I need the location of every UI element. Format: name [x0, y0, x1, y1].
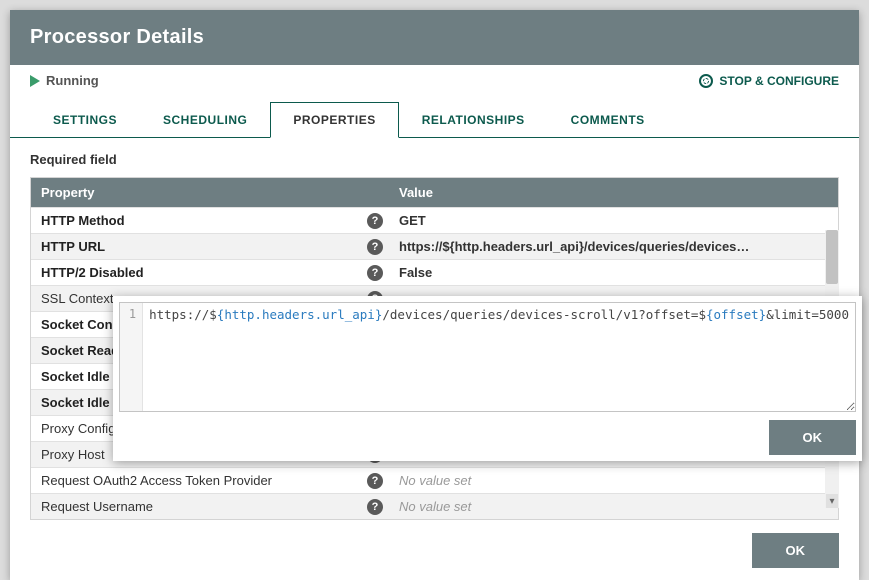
gear-icon: [699, 74, 713, 88]
status-left: Running: [30, 73, 99, 88]
col-property: Property: [31, 178, 361, 207]
running-icon: [30, 75, 40, 87]
scrollbar-down-icon[interactable]: ▾: [826, 494, 838, 508]
table-row[interactable]: Request Username?No value set: [31, 493, 838, 519]
col-info: [361, 178, 389, 207]
tab-settings[interactable]: SETTINGS: [30, 102, 140, 137]
property-name: HTTP URL: [31, 235, 361, 258]
tab-comments[interactable]: COMMENTS: [548, 102, 668, 137]
dialog-ok-button[interactable]: OK: [752, 533, 840, 568]
dialog-footer: OK: [752, 533, 840, 568]
tab-scheduling[interactable]: SCHEDULING: [140, 102, 270, 137]
editor-code[interactable]: https://${http.headers.url_api}/devices/…: [143, 303, 855, 411]
scrollbar-thumb[interactable]: [826, 230, 838, 284]
stop-and-configure-label: STOP & CONFIGURE: [719, 74, 839, 88]
col-value: Value: [389, 178, 838, 207]
line-number: 1: [120, 307, 136, 321]
property-name: Request Username: [31, 495, 361, 518]
property-value[interactable]: https://${http.headers.url_api}/devices/…: [389, 235, 838, 258]
grid-header: Property Value: [31, 178, 838, 207]
property-value[interactable]: False: [389, 261, 838, 284]
value-editor-popup: 1 https://${http.headers.url_api}/device…: [113, 296, 862, 461]
value-editor[interactable]: 1 https://${http.headers.url_api}/device…: [119, 302, 856, 412]
tabs: SETTINGS SCHEDULING PROPERTIES RELATIONS…: [10, 96, 859, 138]
popup-ok-button[interactable]: OK: [769, 420, 857, 455]
status-label: Running: [46, 73, 99, 88]
table-row[interactable]: Request OAuth2 Access Token Provider?No …: [31, 467, 838, 493]
dialog-title: Processor Details: [10, 10, 859, 65]
table-row[interactable]: HTTP/2 Disabled?False: [31, 259, 838, 285]
property-value[interactable]: No value set: [389, 469, 838, 492]
table-row[interactable]: HTTP URL?https://${http.headers.url_api}…: [31, 233, 838, 259]
info-icon[interactable]: ?: [361, 491, 389, 522]
popup-footer: OK: [119, 412, 856, 455]
tab-properties[interactable]: PROPERTIES: [270, 102, 398, 138]
property-name: HTTP/2 Disabled: [31, 261, 361, 284]
tab-relationships[interactable]: RELATIONSHIPS: [399, 102, 548, 137]
property-name: HTTP Method: [31, 209, 361, 232]
editor-gutter: 1: [120, 303, 143, 411]
property-name: Request OAuth2 Access Token Provider: [31, 469, 361, 492]
property-value[interactable]: No value set: [389, 495, 838, 518]
processor-details-dialog: Processor Details Running STOP & CONFIGU…: [10, 10, 859, 580]
stop-and-configure-button[interactable]: STOP & CONFIGURE: [699, 74, 839, 88]
status-bar: Running STOP & CONFIGURE: [10, 65, 859, 96]
property-value[interactable]: GET: [389, 209, 838, 232]
required-field-label: Required field: [30, 152, 839, 167]
table-row[interactable]: HTTP Method?GET: [31, 207, 838, 233]
